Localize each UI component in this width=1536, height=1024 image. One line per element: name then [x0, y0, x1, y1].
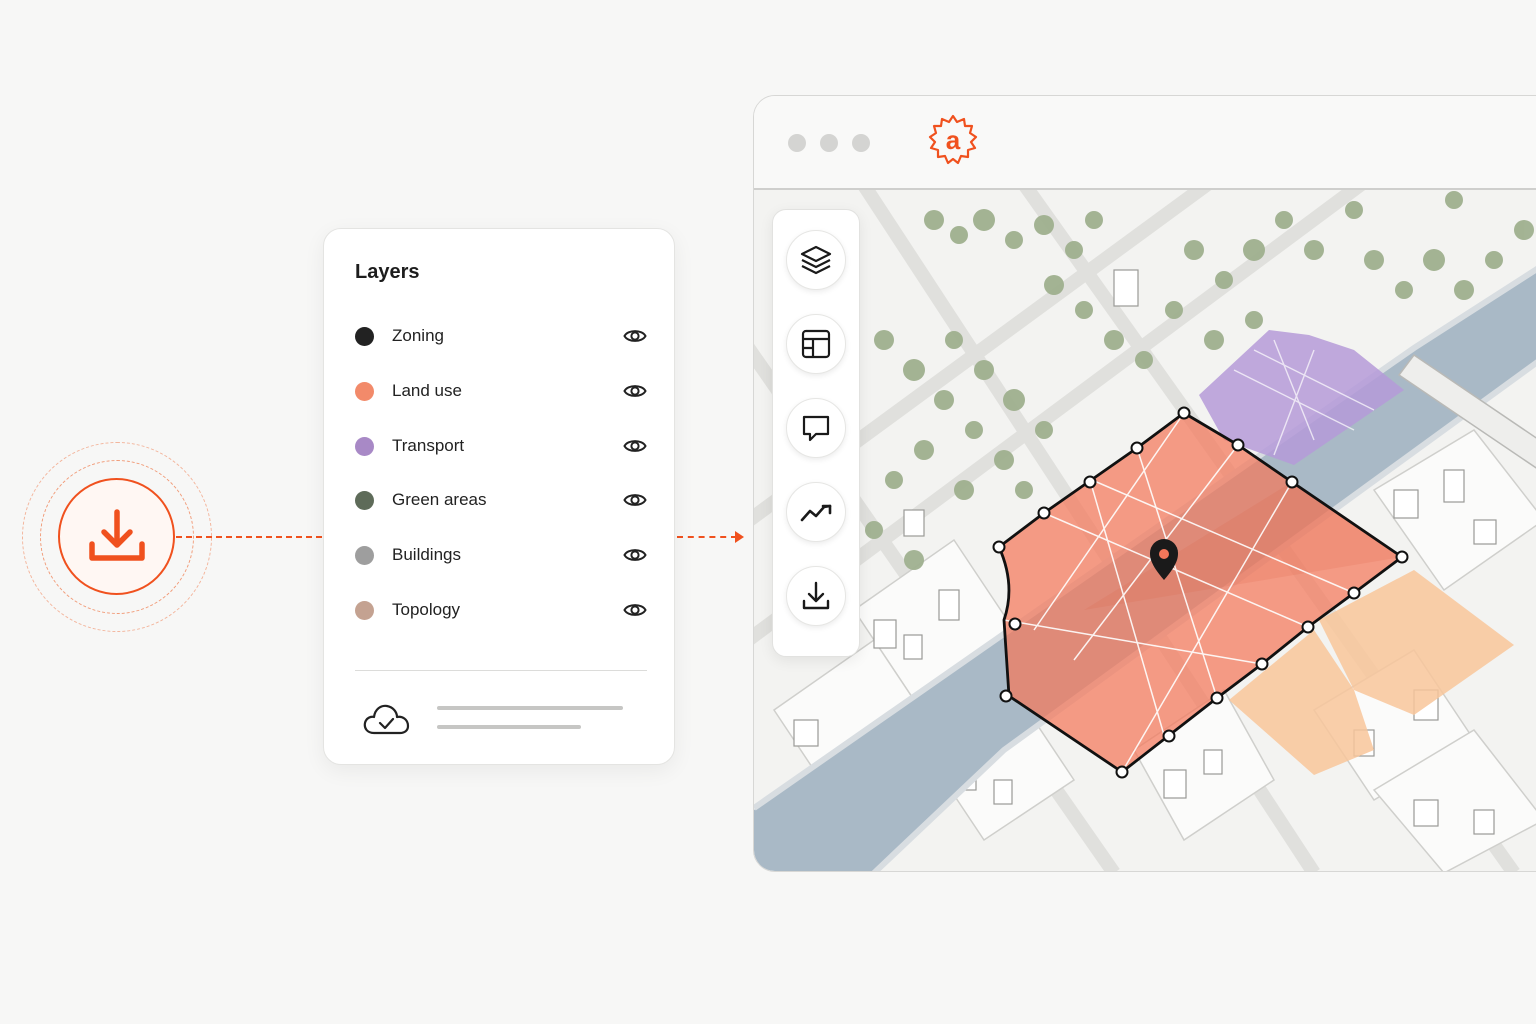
- eye-icon[interactable]: [623, 324, 647, 348]
- layers-divider: [355, 670, 647, 671]
- download-icon: [802, 581, 830, 610]
- logo-letter: a: [946, 125, 961, 155]
- sync-progress-bar-1: [437, 706, 623, 710]
- layer-row-zoning[interactable]: Zoning: [355, 321, 647, 351]
- layer-color-dot: [355, 381, 374, 401]
- download-icon: [88, 508, 145, 561]
- layer-label: Buildings: [392, 545, 461, 564]
- layer-row-land-use[interactable]: Land use: [355, 376, 647, 406]
- layer-color-dot: [355, 545, 374, 565]
- layer-label: Land use: [392, 381, 462, 400]
- layers-button[interactable]: [786, 230, 846, 290]
- window-control-minimize[interactable]: [820, 134, 838, 152]
- download-hero-button[interactable]: [58, 478, 175, 595]
- layers-icon: [800, 245, 832, 275]
- layers-title: Layers: [355, 261, 420, 283]
- chart-line-icon: [800, 504, 832, 522]
- connector-line-left: [176, 536, 322, 538]
- eye-icon[interactable]: [623, 598, 647, 622]
- analytics-button[interactable]: [786, 482, 846, 542]
- connector-line-right: [677, 536, 737, 538]
- layout-icon: [801, 329, 831, 359]
- eye-icon[interactable]: [623, 543, 647, 567]
- connector-arrow-head: [735, 531, 744, 543]
- layer-label: Zoning: [392, 326, 444, 345]
- layer-row-green-areas[interactable]: Green areas: [355, 485, 647, 515]
- layers-panel: Layers Zoning Land use Transport Green a…: [323, 228, 675, 765]
- cloud-check-icon: [362, 699, 412, 744]
- app-logo[interactable]: a: [926, 113, 980, 174]
- comment-icon: [802, 415, 830, 442]
- window-control-maximize[interactable]: [852, 134, 870, 152]
- window-titlebar: a: [754, 96, 1536, 190]
- comment-button[interactable]: [786, 398, 846, 458]
- window-control-close[interactable]: [788, 134, 806, 152]
- layer-label: Transport: [392, 436, 465, 455]
- map-toolbar: [772, 209, 860, 657]
- layer-row-topology[interactable]: Topology: [355, 595, 647, 625]
- layer-color-dot: [355, 600, 374, 620]
- layer-label: Green areas: [392, 490, 487, 509]
- eye-icon[interactable]: [623, 379, 647, 403]
- layer-row-transport[interactable]: Transport: [355, 431, 647, 461]
- layer-row-buildings[interactable]: Buildings: [355, 540, 647, 570]
- layout-button[interactable]: [786, 314, 846, 374]
- layer-color-dot: [355, 326, 374, 346]
- city-map[interactable]: [754, 190, 1536, 872]
- sync-progress-bar-2: [437, 725, 581, 729]
- download-button[interactable]: [786, 566, 846, 626]
- layer-color-dot: [355, 490, 374, 510]
- app-window: a: [753, 95, 1536, 872]
- layer-label: Topology: [392, 600, 461, 619]
- layer-color-dot: [355, 436, 374, 456]
- eye-icon[interactable]: [623, 434, 647, 458]
- eye-icon[interactable]: [623, 488, 647, 512]
